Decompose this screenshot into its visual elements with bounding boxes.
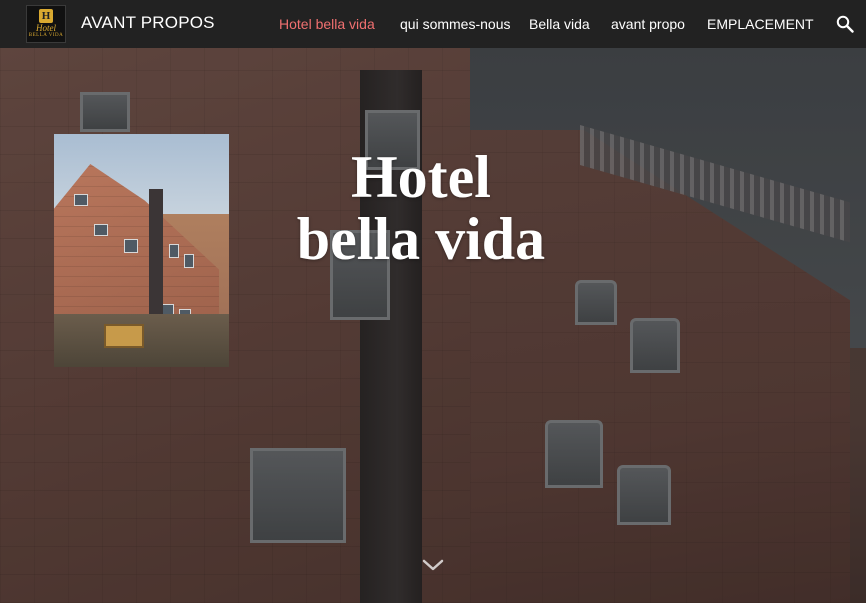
chevron-down-icon[interactable] xyxy=(422,557,444,573)
hero-title: Hotel bella vida xyxy=(236,146,606,270)
nav-item-bella-vida[interactable]: Bella vida xyxy=(529,16,590,32)
search-icon[interactable] xyxy=(836,15,854,33)
nav-item-avant-propo[interactable]: avant propo xyxy=(611,16,685,32)
hotel-logo[interactable]: H Hotel BELLA VIDA xyxy=(26,5,66,43)
nav-item-hotel-bella-vida[interactable]: Hotel bella vida xyxy=(279,16,375,32)
navbar: H Hotel BELLA VIDA AVANT PROPOS Hotel be… xyxy=(0,0,866,48)
nav-item-emplacement[interactable]: EMPLACEMENT xyxy=(707,16,814,32)
hero-title-line-2: bella vida xyxy=(296,206,546,272)
logo-line-1: Hotel xyxy=(36,23,56,33)
site-brand[interactable]: AVANT PROPOS xyxy=(81,13,215,33)
logo-line-2: BELLA VIDA xyxy=(28,33,64,38)
hotel-photo xyxy=(54,134,229,367)
logo-mark: H xyxy=(39,9,53,23)
nav-item-qui-sommes-nous[interactable]: qui sommes-nous xyxy=(400,16,511,32)
hero-title-line-1: Hotel xyxy=(351,144,491,210)
